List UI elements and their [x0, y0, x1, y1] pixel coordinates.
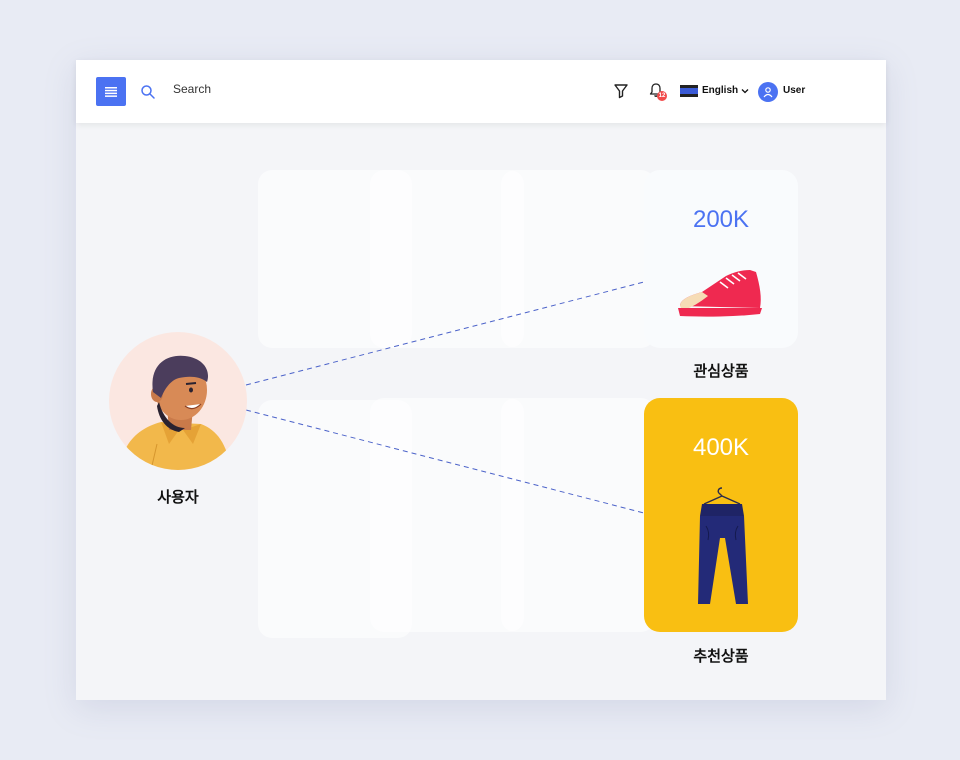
card-value: 400K	[692, 434, 750, 461]
user-caption: 사용자	[157, 488, 199, 506]
interest-product-card[interactable]: 200K	[644, 170, 798, 348]
recommended-product-caption: 추천상품	[693, 647, 749, 665]
card-value: 200K	[692, 206, 750, 233]
interest-product-caption: 관심상품	[693, 362, 749, 380]
sneaker-icon	[678, 270, 762, 317]
app-window: Search 12 English User 사용자 200K 관심상품 400…	[76, 60, 886, 700]
connector-line-interest	[245, 281, 645, 386]
pants-icon	[698, 487, 748, 604]
person-icon	[119, 355, 231, 470]
connector-line-recommend	[245, 409, 645, 514]
recommended-product-card[interactable]: 400K	[644, 398, 798, 632]
user-avatar-illustration	[109, 332, 247, 470]
